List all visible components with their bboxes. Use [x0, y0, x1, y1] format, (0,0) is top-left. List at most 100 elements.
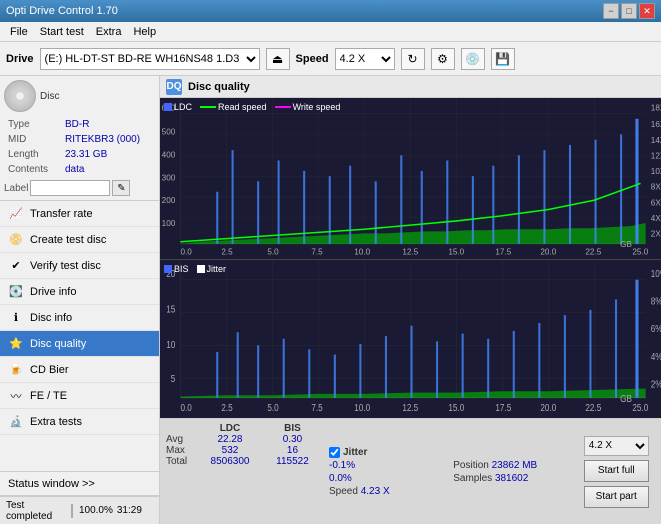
nav-disc-info-label: Disc info — [30, 312, 72, 324]
nav-disc-info[interactable]: ℹ Disc info — [0, 305, 159, 331]
svg-text:15: 15 — [166, 303, 175, 315]
label-input[interactable] — [30, 180, 110, 196]
type-label: Type — [6, 118, 61, 131]
start-part-button[interactable]: Start part — [584, 486, 649, 508]
samples-row: Samples 381602 — [453, 473, 569, 484]
bis-legend-label: BIS — [174, 264, 189, 274]
disc-quality-title: Disc quality — [188, 81, 250, 93]
close-button[interactable]: ✕ — [639, 3, 655, 19]
menu-file[interactable]: File — [4, 25, 34, 39]
menu-help[interactable]: Help — [127, 25, 162, 39]
svg-text:2%: 2% — [651, 378, 661, 390]
buttons-container: 4.2 X Start full Start part — [578, 423, 656, 520]
svg-text:0.0: 0.0 — [180, 401, 191, 413]
verify-test-disc-icon: ✔ — [8, 258, 24, 274]
contents-value: data — [63, 163, 153, 176]
disc-label-row: Label ✎ — [4, 180, 155, 196]
svg-text:4X: 4X — [651, 214, 661, 223]
svg-text:10%: 10% — [651, 267, 661, 279]
nav-transfer-rate-label: Transfer rate — [30, 208, 93, 220]
progress-bar-background — [71, 504, 73, 518]
nav-fe-te[interactable]: 〰 FE / TE — [0, 383, 159, 409]
disc-table: Type BD-R MID RITEKBR3 (000) Length 23.3… — [4, 116, 155, 178]
svg-text:2X: 2X — [651, 229, 661, 238]
svg-text:22.5: 22.5 — [585, 247, 601, 256]
nav-items: 📈 Transfer rate 📀 Create test disc ✔ Ver… — [0, 201, 159, 471]
avg-bis: 0.30 — [264, 434, 321, 445]
nav-drive-info-label: Drive info — [30, 286, 76, 298]
disc-button[interactable]: 💿 — [461, 48, 485, 70]
jitter-legend-label: Jitter — [207, 264, 227, 274]
svg-text:12.5: 12.5 — [402, 401, 418, 413]
speed-select-chart[interactable]: 4.2 X — [584, 436, 649, 456]
jitter-avg-value: -0.1% — [329, 460, 355, 471]
speed-row: Speed 4.23 X — [329, 486, 445, 497]
menu-start-test[interactable]: Start test — [34, 25, 90, 39]
jitter-legend-color — [197, 265, 205, 273]
disc-contents-row: Contents data — [6, 163, 153, 176]
nav-create-test-disc[interactable]: 📀 Create test disc — [0, 227, 159, 253]
svg-text:17.5: 17.5 — [495, 247, 511, 256]
drive-select[interactable]: (E:) HL-DT-ST BD-RE WH16NS48 1.D3 — [40, 48, 260, 70]
nav-transfer-rate[interactable]: 📈 Transfer rate — [0, 201, 159, 227]
jitter-stats: Jitter -0.1% 0.0% Speed 4.23 X — [329, 423, 445, 520]
top-chart: LDC Read speed Write speed — [160, 98, 661, 260]
nav-disc-quality[interactable]: ⭐ Disc quality — [0, 331, 159, 357]
write-speed-legend: Write speed — [275, 102, 341, 112]
toolbar: Drive (E:) HL-DT-ST BD-RE WH16NS48 1.D3 … — [0, 42, 661, 76]
nav-verify-test-disc[interactable]: ✔ Verify test disc — [0, 253, 159, 279]
save-button[interactable]: 💾 — [491, 48, 515, 70]
svg-text:7.5: 7.5 — [311, 401, 322, 413]
total-bis: 115522 — [264, 456, 321, 467]
disc-icon — [4, 80, 36, 112]
progress-percent: 100.0% — [77, 505, 113, 516]
transfer-rate-icon: 📈 — [8, 206, 24, 222]
write-speed-legend-color — [275, 106, 291, 108]
svg-text:6X: 6X — [651, 198, 661, 207]
stats-header-row: LDC BIS — [166, 423, 321, 434]
bis-header: BIS — [264, 423, 321, 434]
svg-text:500: 500 — [162, 127, 176, 136]
nav-cd-bier[interactable]: 🍺 CD Bier — [0, 357, 159, 383]
refresh-button[interactable]: ↻ — [401, 48, 425, 70]
nav-extra-tests[interactable]: 🔬 Extra tests — [0, 409, 159, 435]
svg-text:6%: 6% — [651, 323, 661, 335]
bis-legend: BIS — [164, 264, 189, 274]
status-window-button[interactable]: Status window >> — [0, 472, 159, 496]
sidebar: Disc Type BD-R MID RITEKBR3 (000) Length… — [0, 76, 160, 524]
bottom-chart-legend: BIS Jitter — [164, 264, 226, 274]
samples-value: 381602 — [495, 473, 528, 484]
length-value: 23.31 GB — [63, 148, 153, 161]
ldc-legend: LDC — [164, 102, 192, 112]
speed-select-toolbar[interactable]: 4.2 X — [335, 48, 395, 70]
avg-label: Avg — [166, 434, 196, 445]
svg-text:GB: GB — [620, 392, 632, 404]
maximize-button[interactable]: □ — [621, 3, 637, 19]
disc-info-icon: ℹ — [8, 310, 24, 326]
disc-header: Disc — [4, 80, 155, 112]
jitter-checkbox[interactable] — [329, 447, 340, 458]
read-speed-legend-color — [200, 106, 216, 108]
jitter-legend: Jitter — [197, 264, 227, 274]
config-button[interactable]: ⚙ — [431, 48, 455, 70]
position-label: Position — [453, 460, 489, 471]
menu-extra[interactable]: Extra — [90, 25, 128, 39]
eject-button[interactable]: ⏏ — [266, 48, 290, 70]
svg-text:12X: 12X — [651, 151, 661, 160]
svg-text:10X: 10X — [651, 167, 661, 176]
svg-text:15.0: 15.0 — [448, 401, 464, 413]
ldc-header: LDC — [196, 423, 264, 434]
chart-area: DQ Disc quality LDC Read speed — [160, 76, 661, 524]
nav-drive-info[interactable]: 💽 Drive info — [0, 279, 159, 305]
length-label: Length — [6, 148, 61, 161]
samples-label: Samples — [453, 473, 492, 484]
start-full-button[interactable]: Start full — [584, 460, 649, 482]
ldc-legend-label: LDC — [174, 102, 192, 112]
nav-fe-te-label: FE / TE — [30, 390, 67, 402]
svg-text:18X: 18X — [651, 103, 661, 112]
svg-text:8%: 8% — [651, 295, 661, 307]
svg-text:100: 100 — [162, 219, 176, 228]
read-speed-legend-label: Read speed — [218, 102, 267, 112]
label-edit-button[interactable]: ✎ — [112, 180, 130, 196]
minimize-button[interactable]: − — [603, 3, 619, 19]
